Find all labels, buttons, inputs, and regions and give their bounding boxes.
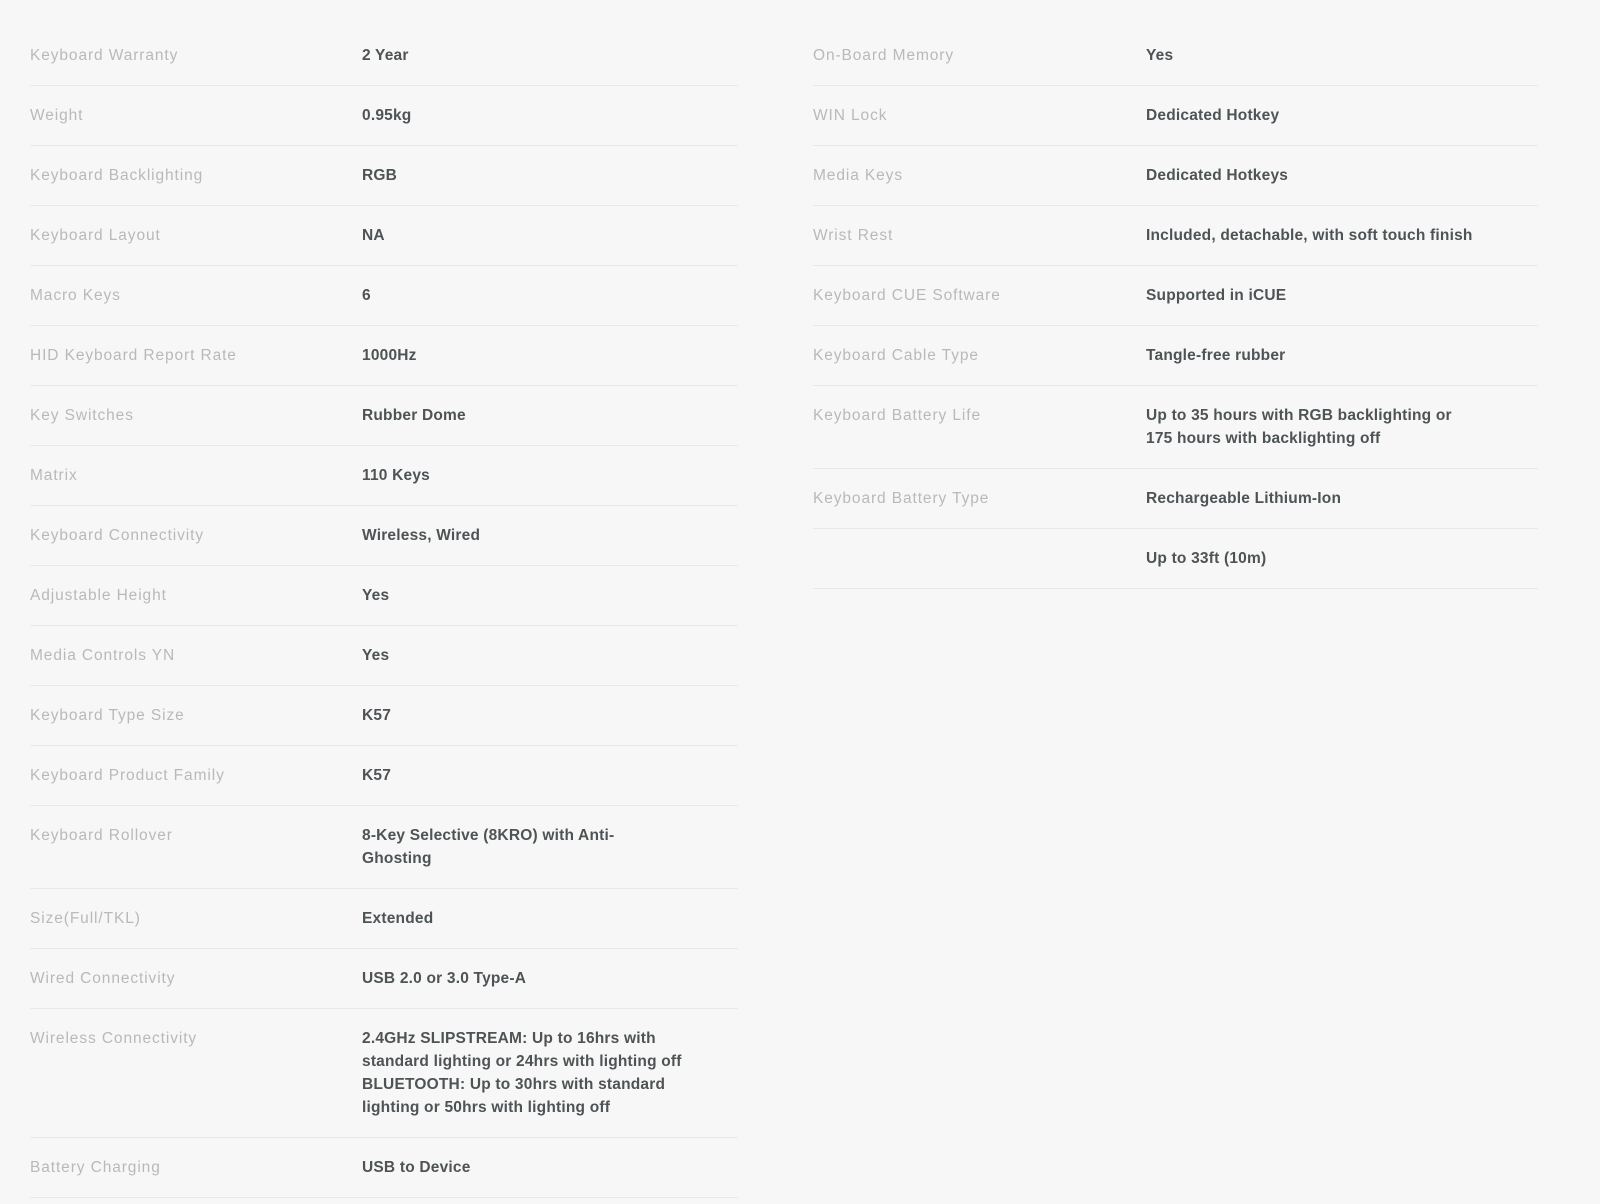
spec-value: Rechargeable Lithium-Ion: [1146, 490, 1342, 507]
spec-row: Keyboard Battery Type Rechargeable Lithiu…: [813, 469, 1538, 529]
spec-label: Keyboard Battery Type: [813, 490, 990, 507]
spec-value: K57: [362, 707, 392, 724]
spec-value: 8-Key Selective (8KRO) with Anti-Ghostin…: [362, 827, 615, 867]
spec-value: Supported in iCUE: [1146, 287, 1287, 304]
spec-label: HID Keyboard Report Rate: [30, 347, 237, 364]
spec-value: 2.4GHz SLIPSTREAM: Up to 16hrs with stan…: [362, 1030, 682, 1116]
spec-row: Battery Charging USB to Device: [30, 1138, 738, 1198]
spec-label: Wireless Connectivity: [30, 1030, 198, 1047]
spec-row: Matrix 110 Keys: [30, 446, 738, 506]
spec-row: Adjustable Height Yes: [30, 566, 738, 626]
spec-row: Keyboard Rollover 8-Key Selective (8KRO) …: [30, 806, 738, 889]
spec-value: K57: [362, 767, 392, 784]
spec-label: Media Controls YN: [30, 647, 176, 664]
spec-row: Keyboard Backlighting RGB: [30, 146, 738, 206]
spec-label: Key Switches: [30, 407, 134, 424]
spec-label: On-Board Memory: [813, 47, 954, 64]
spec-label: Keyboard Type Size: [30, 707, 185, 724]
spec-value: Yes: [362, 647, 390, 664]
spec-row: Macro Keys 6: [30, 266, 738, 326]
spec-value: NA: [362, 227, 385, 244]
spec-value: 0.95kg: [362, 107, 412, 124]
spec-label: Adjustable Height: [30, 587, 167, 604]
spec-label: Battery Charging: [30, 1159, 161, 1176]
spec-label: Size(Full/TKL): [30, 910, 141, 927]
spec-row: Keyboard Battery Life Up to 35 hours with…: [813, 386, 1538, 469]
spec-row: Wrist Rest Included, detachable, with sof…: [813, 206, 1538, 266]
spec-label: Keyboard Connectivity: [30, 527, 204, 544]
spec-label: Keyboard Battery Life: [813, 407, 981, 424]
spec-row: On-Board Memory Yes: [813, 26, 1538, 86]
spec-label: Keyboard Product Family: [30, 767, 225, 784]
spec-value: Included, detachable, with soft touch fi…: [1146, 227, 1473, 244]
left-spec-column: Keyboard Warranty 2 Year Weight 0.95kg Keybo…: [0, 26, 738, 1198]
spec-value: Yes: [362, 587, 390, 604]
right-spec-column: On-Board Memory Yes WIN Lock Dedicated Hotk…: [738, 26, 1538, 589]
spec-label: Keyboard Rollover: [30, 827, 173, 844]
spec-value: 6: [362, 287, 371, 304]
spec-row: Keyboard Layout NA: [30, 206, 738, 266]
spec-value: 2 Year: [362, 47, 409, 64]
spec-label: Weight: [30, 107, 84, 124]
spec-value: Rubber Dome: [362, 407, 466, 424]
spec-label: Wired Connectivity: [30, 970, 176, 987]
spec-value: Tangle-free rubber: [1146, 347, 1286, 364]
spec-row: Keyboard CUE Software Supported in iCUE: [813, 266, 1538, 326]
spec-value: Up to 33ft (10m): [1146, 550, 1267, 567]
spec-row: Keyboard Warranty 2 Year: [30, 26, 738, 86]
spec-value: Yes: [1146, 47, 1174, 64]
spec-row: Keyboard Type Size K57: [30, 686, 738, 746]
spec-value: Extended: [362, 910, 434, 927]
spec-value: RGB: [362, 167, 398, 184]
spec-value: Up to 35 hours with RGB backlighting or …: [1146, 407, 1452, 447]
spec-row: Keyboard Cable Type Tangle-free rubber: [813, 326, 1538, 386]
spec-value: 1000Hz: [362, 347, 417, 364]
spec-label: [813, 547, 1146, 548]
spec-label: Media Keys: [813, 167, 903, 184]
spec-row: Media Controls YN Yes: [30, 626, 738, 686]
spec-value: Wireless, Wired: [362, 527, 481, 544]
specifications-sheet: Keyboard Warranty 2 Year Weight 0.95kg Keybo…: [0, 0, 1600, 1204]
spec-value: USB 2.0 or 3.0 Type-A: [362, 970, 527, 987]
spec-row: WIN Lock Dedicated Hotkey: [813, 86, 1538, 146]
spec-row: Wired Connectivity USB 2.0 or 3.0 Type-A: [30, 949, 738, 1009]
spec-row: Media Keys Dedicated Hotkeys: [813, 146, 1538, 206]
spec-row: Weight 0.95kg: [30, 86, 738, 146]
spec-row: Wireless Connectivity 2.4GHz SLIPSTREAM: …: [30, 1009, 738, 1138]
spec-label: Macro Keys: [30, 287, 121, 304]
spec-label: Keyboard Warranty: [30, 47, 179, 64]
spec-label: Wrist Rest: [813, 227, 894, 244]
spec-label: Keyboard CUE Software: [813, 287, 1001, 304]
spec-value: Dedicated Hotkey: [1146, 107, 1280, 124]
spec-row: Keyboard Connectivity Wireless, Wired: [30, 506, 738, 566]
spec-value: Dedicated Hotkeys: [1146, 167, 1289, 184]
spec-label: Keyboard Backlighting: [30, 167, 204, 184]
spec-row: HID Keyboard Report Rate 1000Hz: [30, 326, 738, 386]
spec-row: Size(Full/TKL) Extended: [30, 889, 738, 949]
spec-label: Matrix: [30, 467, 78, 484]
spec-label: WIN Lock: [813, 107, 888, 124]
spec-value: 110 Keys: [362, 467, 430, 484]
spec-row: Key Switches Rubber Dome: [30, 386, 738, 446]
spec-label: Keyboard Layout: [30, 227, 161, 244]
spec-row: Up to 33ft (10m): [813, 529, 1538, 589]
spec-row: Keyboard Product Family K57: [30, 746, 738, 806]
spec-label: Keyboard Cable Type: [813, 347, 979, 364]
spec-value: USB to Device: [362, 1159, 471, 1176]
